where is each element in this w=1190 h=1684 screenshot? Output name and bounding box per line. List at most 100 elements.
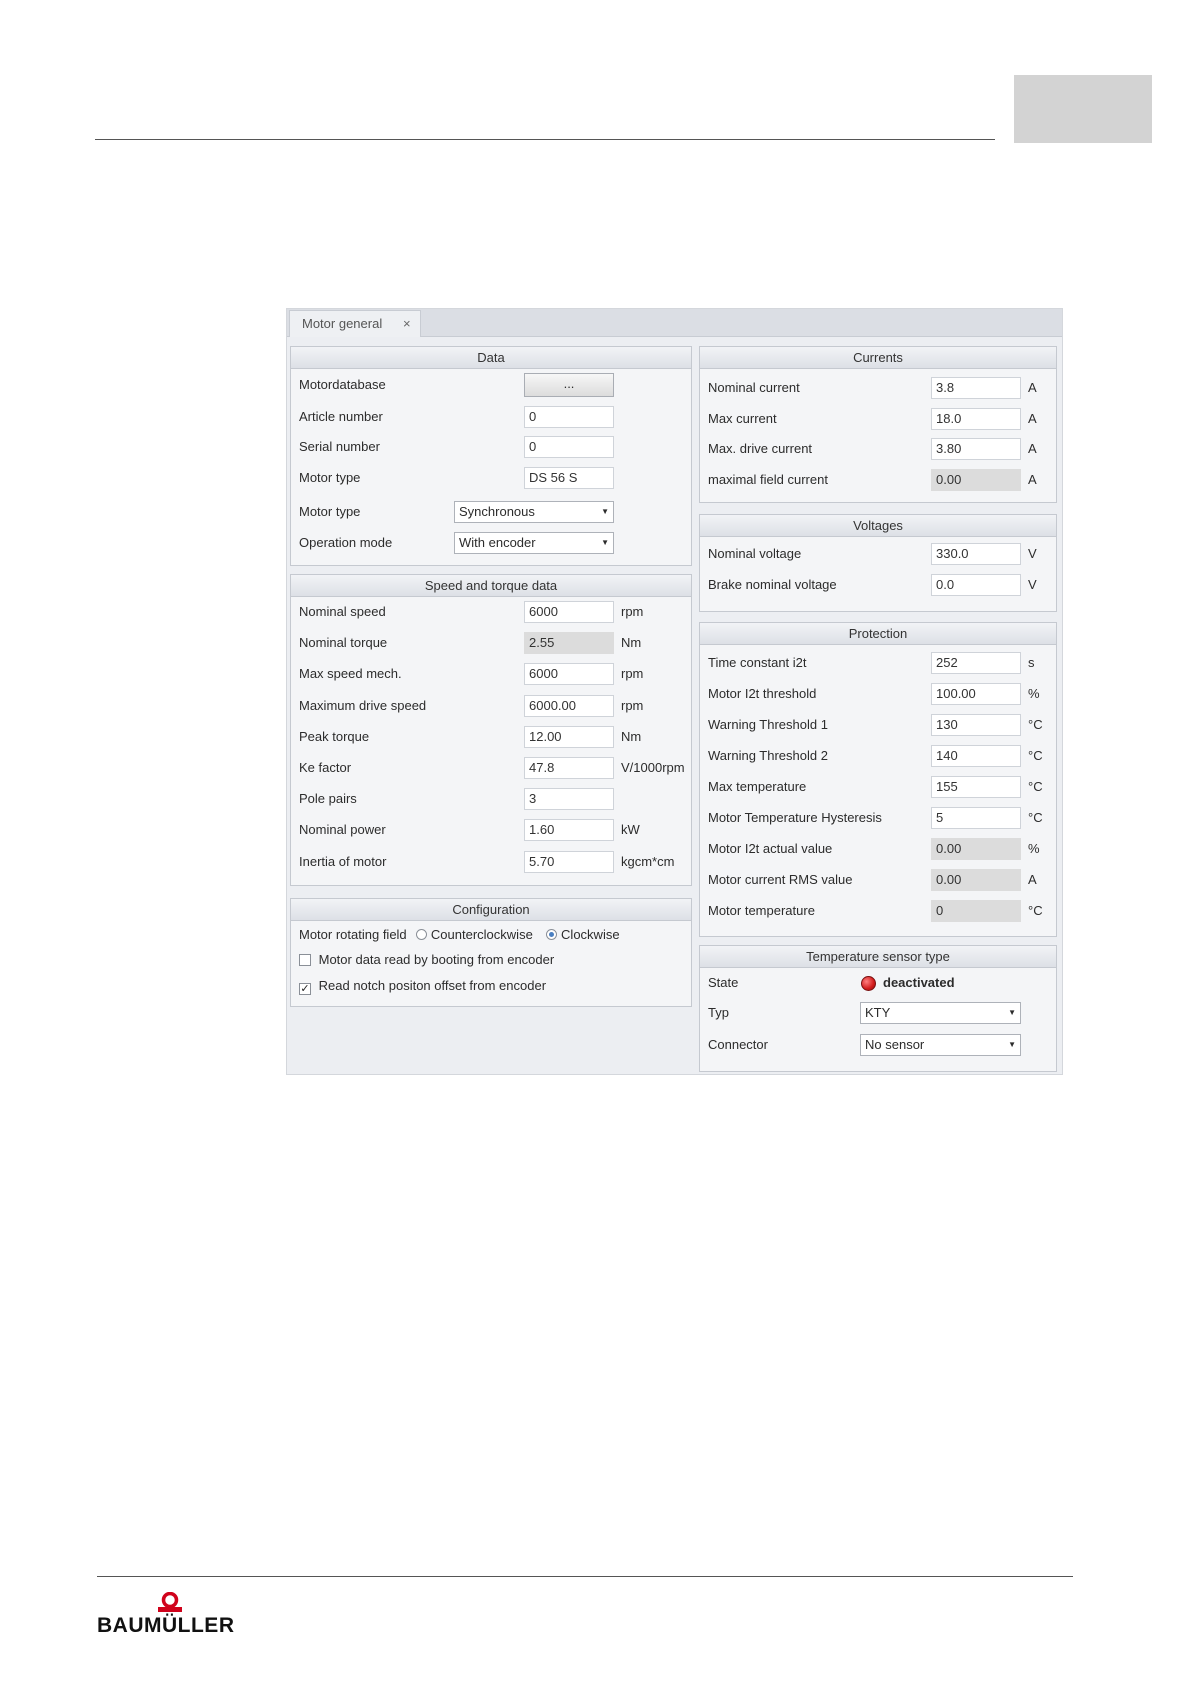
temp-sensor-group: Temperature sensor type State deactivate… [699,945,1057,1072]
radio-clockwise[interactable] [546,929,558,940]
operation-mode-row: Operation mode With encoder ▼ [291,530,691,556]
serial-number-row: Serial number 0 [291,434,691,460]
chevron-down-icon: ▼ [601,507,609,516]
close-icon[interactable]: × [403,311,411,337]
motor-type-input[interactable]: DS 56 S [524,467,614,489]
param-label: Peak torque [299,728,370,744]
motordatabase-button[interactable]: ... [524,373,614,397]
param-label: Warning Threshold 1 [708,717,828,732]
param-row: Max temperature 155 °C [700,774,1056,800]
param-input[interactable]: 140 [931,745,1021,767]
param-row: Motor temperature 0 °C [700,898,1056,924]
param-unit: V/1000rpm [621,760,685,775]
param-input[interactable]: 47.8 [524,757,614,779]
param-label: Nominal voltage [708,546,802,561]
param-label: Warning Threshold 2 [708,748,828,763]
param-input[interactable]: 6000 [524,601,614,623]
param-row: Pole pairs 3 [291,786,691,812]
data-group-title: Data [291,347,691,369]
connector-label: Connector [708,1037,768,1052]
state-label: State [708,975,739,990]
speed-torque-group: Speed and torque data Nominal speed 6000 r… [290,574,692,886]
serial-number-input[interactable]: 0 [524,436,614,458]
param-row: Nominal power 1.60 kW [291,817,691,843]
check-notch-checkbox[interactable]: ✓ [299,983,311,995]
footer-rule [97,1576,1073,1577]
param-label: Nominal torque [299,635,388,651]
protection-title: Protection [700,623,1056,645]
operation-mode-select[interactable]: With encoder ▼ [454,532,614,554]
param-input[interactable]: 6000 [524,663,614,686]
param-input[interactable]: 6000.00 [524,694,614,717]
param-row: Warning Threshold 2 140 °C [700,743,1056,769]
check-booting-label: Motor data read by booting from encoder [318,952,555,967]
param-input[interactable]: 3.8 [931,377,1021,399]
check-booting-row: Motor data read by booting from encoder [291,947,691,973]
param-input[interactable]: 5 [931,807,1021,829]
motor-type-selected: Synchronous [459,504,535,519]
check-booting-container: Motor data read by booting from encoder [299,947,554,973]
param-input[interactable]: 3.80 [931,438,1021,460]
param-input[interactable]: 330.0 [931,543,1021,565]
operation-mode-selected: With encoder [459,535,536,550]
param-unit: Nm [621,728,642,744]
state-row: State deactivated [700,970,1056,996]
param-label: Motor I2t actual value [708,841,833,856]
param-row: Nominal current 3.8 A [700,375,1056,401]
param-input[interactable]: 155 [931,776,1021,798]
param-label: Time constant i2t [708,655,807,670]
temp-sensor-title: Temperature sensor type [700,946,1056,968]
param-unit: V [1028,577,1037,592]
check-notch-label: Read notch positon offset from encoder [318,978,547,993]
param-row: Time constant i2t 252 s [700,650,1056,676]
param-input[interactable]: 1.60 [524,819,614,842]
param-input: 2.55 [524,632,614,655]
typ-label: Typ [708,1005,729,1020]
motor-type-select[interactable]: Synchronous ▼ [454,501,614,523]
motor-type-row: Motor type DS 56 S [291,465,691,491]
connector-select[interactable]: No sensor ▼ [860,1034,1021,1056]
param-row: Max. drive current 3.80 A [700,436,1056,462]
radio-counterclockwise[interactable] [416,929,428,940]
header-chapter-box [1014,75,1152,143]
param-row: Max current 18.0 A [700,406,1056,432]
data-group: Data Motordatabase ... Article number 0 … [290,346,692,566]
tab-motor-general[interactable]: Motor general × [289,310,421,337]
param-input: 0 [931,900,1021,922]
operation-mode-label: Operation mode [299,535,393,550]
param-unit: °C [1028,903,1043,918]
tab-label: Motor general [302,316,383,331]
currents-group: Currents Nominal current 3.8 A Max current 1… [699,346,1057,503]
param-input[interactable]: 12.00 [524,725,614,748]
motor-general-window: Motor general × Data Motordatabase ... A… [286,308,1063,1075]
param-row: Motor current RMS value 0.00 A [700,867,1056,893]
param-input[interactable]: 100.00 [931,683,1021,705]
article-number-label: Article number [299,409,383,424]
motor-type-select-row: Motor type Synchronous ▼ [291,499,691,525]
check-notch-row: ✓ Read notch positon offset from encoder [291,973,691,999]
typ-select[interactable]: KTY ▼ [860,1002,1021,1024]
param-unit: s [1028,655,1035,670]
param-input[interactable]: 18.0 [931,407,1021,430]
param-input[interactable]: 130 [931,714,1021,736]
param-row: maximal field current 0.00 A [700,467,1056,493]
param-unit: °C [1028,779,1043,794]
param-label: Max. drive current [708,441,813,456]
param-row: Nominal speed 6000 rpm [291,599,691,625]
param-unit: rpm [621,604,644,619]
param-row: Max speed mech. 6000 rpm [291,661,691,687]
article-number-input[interactable]: 0 [524,406,614,428]
param-input: 0.00 [931,468,1021,491]
param-unit: rpm [621,666,644,682]
param-input[interactable]: 3 [524,788,614,811]
param-unit: rpm [621,697,644,713]
check-booting-checkbox[interactable] [299,954,311,966]
chevron-down-icon: ▼ [601,538,609,547]
param-input: 0.00 [931,869,1021,891]
typ-selected: KTY [865,1005,891,1020]
chevron-down-icon: ▼ [1008,1040,1016,1049]
param-input[interactable]: 0.0 [931,574,1021,596]
param-unit: A [1028,380,1037,395]
param-input[interactable]: 252 [931,652,1021,674]
param-input[interactable]: 5.70 [524,850,614,873]
